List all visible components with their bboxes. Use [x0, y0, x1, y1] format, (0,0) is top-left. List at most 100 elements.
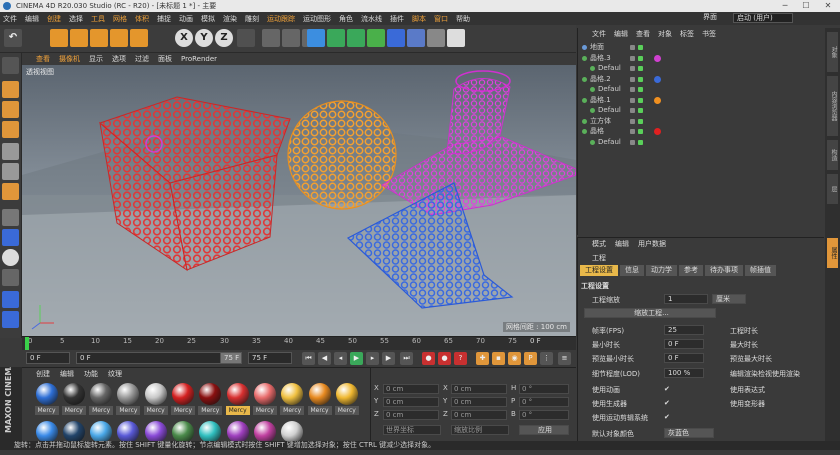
menu-plugins[interactable]: 插件 — [390, 14, 404, 24]
obj-menu-view[interactable]: 查看 — [636, 29, 650, 39]
obj-menu-file[interactable]: 文件 — [592, 29, 606, 39]
visibility-dot-icon[interactable] — [630, 76, 635, 82]
axis-z-button[interactable]: Z — [215, 29, 233, 47]
obj-menu-edit[interactable]: 编辑 — [614, 29, 628, 39]
render-view-icon[interactable] — [262, 29, 280, 47]
deformer-icon[interactable] — [387, 29, 405, 47]
recent-tool-icon[interactable] — [130, 29, 148, 47]
lod-field[interactable]: 100 % — [664, 368, 704, 378]
play-icon[interactable]: ▶ — [350, 352, 363, 365]
prev-frame-icon[interactable]: ◂ — [334, 352, 347, 365]
menu-script[interactable]: 脚本 — [412, 14, 426, 24]
visibility-dot-icon[interactable] — [630, 108, 635, 113]
max-frame-field[interactable]: 75 F — [248, 352, 292, 364]
rotation-h-field[interactable]: 0 ° — [519, 384, 569, 394]
visibility-dot-icon[interactable] — [630, 118, 635, 124]
rotation-b-field[interactable]: 0 ° — [519, 410, 569, 420]
attr-menu-userdata[interactable]: 用户数据 — [638, 239, 666, 249]
object-row[interactable]: 晶格 — [578, 126, 825, 137]
dock-tab-layers[interactable]: 层 — [827, 174, 838, 204]
timeline-menu-icon[interactable]: ≡ — [558, 352, 571, 365]
pen-spline-icon[interactable] — [327, 29, 345, 47]
menu-select[interactable]: 选择 — [69, 14, 83, 24]
cube-primitive-icon[interactable] — [307, 29, 325, 47]
material-swatch[interactable]: Mercy — [225, 381, 250, 417]
use-motion-system-checkbox[interactable]: ✔ — [664, 413, 670, 421]
object-row[interactable]: Defaul — [578, 63, 825, 74]
start-frame-field[interactable]: 0 F — [76, 352, 242, 364]
vp-menu-filter[interactable]: 过滤 — [135, 54, 149, 64]
obj-menu-objects[interactable]: 对象 — [658, 29, 672, 39]
axis-x-button[interactable]: X — [175, 29, 193, 47]
vp-menu-display[interactable]: 显示 — [89, 54, 103, 64]
vp-menu-prorender[interactable]: ProRender — [181, 55, 217, 63]
mat-menu-create[interactable]: 创建 — [36, 369, 50, 379]
key-scale-icon[interactable]: ▪ — [492, 352, 505, 365]
visibility-dot-icon[interactable] — [630, 97, 635, 103]
scale-mode-dropdown[interactable]: 缩放比例 — [451, 425, 509, 435]
material-tag-icon[interactable] — [654, 96, 661, 104]
attr-menu-mode[interactable]: 模式 — [592, 239, 606, 249]
rotation-p-field[interactable]: 0 ° — [519, 397, 569, 407]
go-to-end-icon[interactable]: ⏭ — [400, 352, 413, 365]
close-button[interactable]: ✕ — [818, 0, 838, 12]
enable-check-icon[interactable] — [638, 129, 643, 134]
min-time-field[interactable]: 0 F — [664, 339, 704, 349]
project-scale-field[interactable]: 1 — [664, 294, 708, 304]
material-swatch[interactable]: Mercy — [280, 381, 305, 417]
make-editable-icon[interactable] — [2, 57, 19, 74]
keyframe-selection-icon[interactable]: ? — [454, 352, 467, 365]
enable-check-icon[interactable] — [638, 97, 643, 103]
orange-lattice-sphere[interactable] — [287, 100, 397, 210]
select-tool-icon[interactable] — [50, 29, 68, 47]
preview-min-field[interactable]: 0 F — [664, 353, 704, 363]
mat-menu-texture[interactable]: 纹理 — [108, 369, 122, 379]
light-icon[interactable] — [447, 29, 465, 47]
tweak-icon[interactable] — [2, 229, 19, 246]
floor-icon[interactable] — [407, 29, 425, 47]
menu-edit[interactable]: 编辑 — [25, 14, 39, 24]
menu-snap[interactable]: 捕捉 — [157, 14, 171, 24]
texture-mode-icon[interactable] — [2, 101, 19, 118]
maximize-button[interactable]: ☐ — [796, 0, 816, 12]
menu-help[interactable]: 帮助 — [456, 14, 470, 24]
material-tag-icon[interactable] — [654, 75, 661, 83]
points-mode-icon[interactable] — [2, 143, 19, 160]
visibility-dot-icon[interactable] — [630, 55, 635, 61]
vp-menu-panel[interactable]: 面板 — [158, 54, 172, 64]
key-pla-icon[interactable]: ⋮ — [540, 352, 553, 365]
use-animation-checkbox[interactable]: ✔ — [664, 385, 670, 393]
menu-window[interactable]: 窗口 — [434, 14, 448, 24]
record-icon[interactable]: ● — [422, 352, 435, 365]
menu-mograph[interactable]: 运动图形 — [303, 14, 331, 24]
enable-check-icon[interactable] — [638, 66, 643, 71]
layout-dropdown[interactable]: 启动 (用户) — [733, 13, 793, 23]
visibility-dot-icon[interactable] — [630, 66, 635, 71]
tab-interpolation[interactable]: 帧插值 — [745, 265, 776, 276]
tab-todo[interactable]: 待办事项 — [705, 265, 743, 276]
move-tool-icon[interactable] — [70, 29, 88, 47]
menu-mesh[interactable]: 网格 — [113, 14, 127, 24]
next-key-icon[interactable]: ▶ — [382, 352, 395, 365]
layer-icon-1[interactable] — [2, 291, 19, 308]
enable-check-icon[interactable] — [638, 87, 643, 92]
next-frame-icon[interactable]: ▸ — [366, 352, 379, 365]
camera-icon[interactable] — [427, 29, 445, 47]
enable-check-icon[interactable] — [638, 108, 643, 113]
coord-mode-dropdown[interactable]: 世界坐标 — [383, 425, 441, 435]
scale-unit-dropdown[interactable]: 厘米 — [712, 294, 746, 304]
scale-project-button[interactable]: 缩放工程... — [584, 308, 716, 318]
material-tag-icon[interactable] — [654, 54, 661, 62]
undo-button[interactable]: ↶ — [4, 29, 22, 47]
workplane-icon[interactable] — [2, 121, 19, 138]
tab-info[interactable]: 信息 — [620, 265, 644, 276]
end-frame-slider[interactable]: 75 F — [220, 352, 242, 364]
fps-field[interactable]: 25 — [664, 325, 704, 335]
object-row[interactable]: 晶格.3 — [578, 53, 825, 64]
auto-key-icon[interactable]: ● — [438, 352, 451, 365]
material-swatch[interactable]: Mercy — [116, 381, 141, 417]
render-picture-viewer-icon[interactable] — [282, 29, 300, 47]
attr-menu-edit[interactable]: 编辑 — [615, 239, 629, 249]
enable-check-icon[interactable] — [638, 76, 643, 82]
go-to-start-icon[interactable]: ⏮ — [302, 352, 315, 365]
